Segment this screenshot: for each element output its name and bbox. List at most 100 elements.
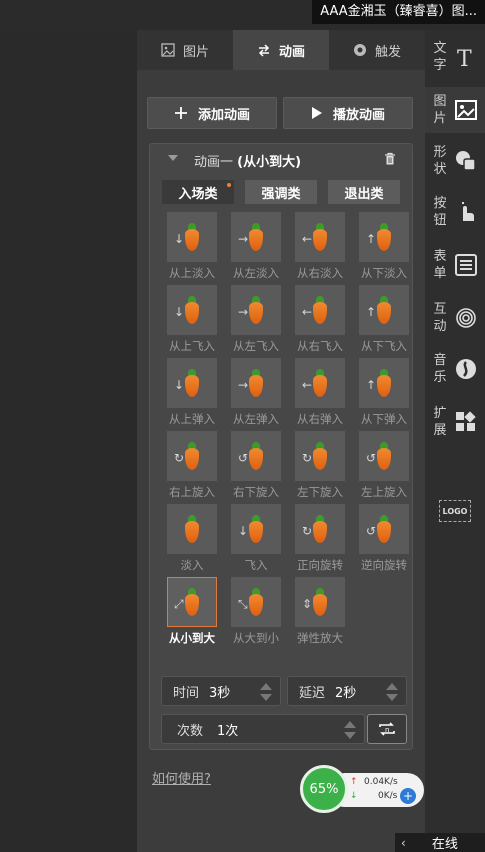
animation-item: 动画一 (从小到大) 入场类 强调类 退出类 ↓ 从上淡入 → 从左淡入 ← 从右淡入 ↑ 从…	[149, 143, 413, 750]
effect-label: 左下旋入	[297, 485, 343, 499]
delay-stepper[interactable]: 延迟 2秒	[287, 676, 407, 706]
help-link[interactable]: 如何使用?	[152, 768, 211, 787]
category-exit-label: 退出类	[344, 186, 384, 202]
effect-thumbnail: ←	[295, 212, 345, 262]
delay-spinner-icon[interactable]	[386, 683, 398, 701]
animation-title: 动画一 (从小到大)	[194, 151, 301, 170]
play-icon	[311, 107, 322, 119]
effect-thumbnail: ↻	[295, 431, 345, 481]
sidebar-item[interactable]: 按钮	[425, 189, 485, 235]
effect-label: 从下飞入	[361, 339, 407, 353]
effect-item[interactable]: ⤢ 从小到大	[160, 577, 224, 650]
category-entrance[interactable]: 入场类	[162, 180, 234, 204]
effect-item[interactable]: ↺ 左上旋入	[352, 431, 416, 504]
effect-thumbnail: ←	[295, 358, 345, 408]
tab-animation[interactable]: 动画	[233, 30, 329, 70]
effect-item[interactable]: ↑ 从下飞入	[352, 285, 416, 358]
effect-item[interactable]: ⤡ 从大到小	[224, 577, 288, 650]
online-label: 在线	[431, 837, 458, 852]
carrot-icon	[185, 296, 199, 324]
effect-item[interactable]: ↓ 从上飞入	[160, 285, 224, 358]
count-label: 次数	[177, 723, 204, 739]
add-animation-button[interactable]: 添加动画	[147, 97, 277, 129]
effect-item[interactable]: ← 从右飞入	[288, 285, 352, 358]
hand-pointer-icon	[462, 202, 474, 221]
carrot-icon	[185, 515, 199, 543]
effect-item[interactable]: ↻ 右上旋入	[160, 431, 224, 504]
direction-arrow-icon: ↓	[174, 378, 185, 392]
effect-thumbnail: ↻	[295, 504, 345, 554]
animation-header[interactable]: 动画一 (从小到大)	[150, 144, 412, 174]
effect-item[interactable]: ↻ 正向旋转	[288, 504, 352, 577]
title-bar: AAA金湘玉（臻睿喜）图...	[0, 0, 485, 30]
trash-icon[interactable]	[384, 152, 396, 165]
effect-label: 从小到大	[169, 631, 215, 645]
effect-item[interactable]: ↺ 右下旋入	[224, 431, 288, 504]
effect-item[interactable]: ↓ 从上淡入	[160, 212, 224, 285]
effect-item[interactable]: ↓ 飞入	[224, 504, 288, 577]
tab-image[interactable]: 图片	[137, 30, 233, 70]
plus-icon[interactable]: +	[400, 788, 416, 804]
effect-item[interactable]: ← 从右淡入	[288, 212, 352, 285]
carrot-icon	[377, 223, 391, 251]
sidebar-item[interactable]: 音乐	[425, 346, 485, 392]
effect-item[interactable]: 淡入	[160, 504, 224, 577]
effect-thumbnail: ↑	[359, 212, 409, 262]
loop-button[interactable]: n	[367, 714, 407, 744]
sidebar-item[interactable]: 表单	[425, 242, 485, 288]
logo-icon[interactable]: LOGO	[439, 500, 471, 522]
fingerprint-icon	[456, 308, 476, 328]
effect-item[interactable]: → 从左飞入	[224, 285, 288, 358]
delay-label: 延迟	[299, 685, 326, 701]
effect-item[interactable]: ↻ 左下旋入	[288, 431, 352, 504]
effect-thumbnail: ↺	[359, 504, 409, 554]
effect-label: 从左弹入	[233, 412, 279, 426]
category-emphasis[interactable]: 强调类	[245, 180, 317, 204]
sidebar-item[interactable]: 文字 T	[425, 34, 485, 80]
effect-item[interactable]: ← 从右弹入	[288, 358, 352, 431]
sidebar-item[interactable]: 扩展	[425, 399, 485, 445]
new-dot-icon	[227, 183, 231, 187]
direction-arrow-icon: ↻	[302, 451, 313, 465]
collapse-caret-icon[interactable]	[168, 155, 178, 161]
play-animation-button[interactable]: 播放动画	[283, 97, 413, 129]
effect-label: 飞入	[244, 558, 268, 572]
online-status[interactable]: ‹ 在线	[395, 833, 485, 852]
carrot-icon	[313, 296, 327, 324]
effect-item[interactable]: → 从左淡入	[224, 212, 288, 285]
direction-arrow-icon: ↑	[366, 232, 377, 246]
effect-item[interactable]: ⇕ 弹性放大	[288, 577, 352, 650]
effect-label: 从左淡入	[233, 266, 279, 280]
effect-item[interactable]: ↑ 从下淡入	[352, 212, 416, 285]
sidebar-item[interactable]: 形状	[425, 138, 485, 184]
sidebar-item-label: 互动	[433, 302, 447, 334]
sidebar-item-label: 扩展	[433, 406, 447, 438]
count-spinner-icon[interactable]	[344, 721, 356, 739]
effect-label: 右上旋入	[169, 485, 215, 499]
sidebar-item[interactable]: 互动	[425, 295, 485, 341]
sidebar-item[interactable]: 图片	[425, 87, 485, 133]
effect-item[interactable]: ↑ 从下弹入	[352, 358, 416, 431]
direction-arrow-icon: →	[238, 232, 249, 246]
count-row: 次数 1次 n	[161, 714, 407, 744]
effect-thumbnail: ⤡	[231, 577, 281, 627]
tab-trigger[interactable]: 触发	[329, 30, 425, 70]
effect-label: 从右飞入	[297, 339, 343, 353]
effect-item[interactable]: → 从左弹入	[224, 358, 288, 431]
effect-item[interactable]: ↺ 逆向旋转	[352, 504, 416, 577]
carrot-icon	[377, 442, 391, 470]
carrot-icon	[249, 296, 263, 324]
effect-item[interactable]: ↓ 从上弹入	[160, 358, 224, 431]
effect-label: 弹性放大	[297, 631, 343, 645]
direction-arrow-icon: ←	[302, 305, 313, 319]
count-stepper[interactable]: 次数 1次	[161, 714, 365, 744]
time-spinner-icon[interactable]	[260, 683, 272, 701]
image-icon	[161, 43, 175, 57]
effect-label: 从上飞入	[169, 339, 215, 353]
category-exit[interactable]: 退出类	[328, 180, 400, 204]
time-stepper[interactable]: 时间 3秒	[161, 676, 281, 706]
text-icon: T	[457, 47, 472, 69]
time-label: 时间	[173, 685, 200, 701]
direction-arrow-icon: ↺	[238, 451, 249, 465]
network-monitor[interactable]: ↑ 0.04K/s ↓ 0K/s + 65%	[300, 765, 425, 815]
